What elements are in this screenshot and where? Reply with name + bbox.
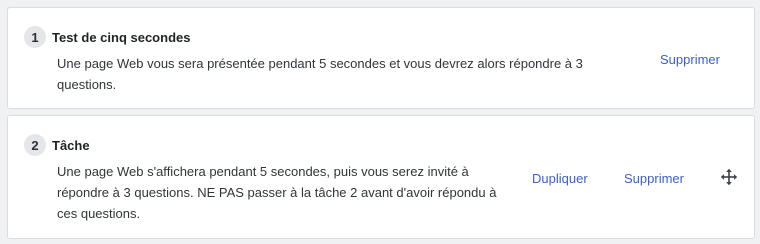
move-arrows-icon[interactable] (720, 168, 738, 186)
delete-button[interactable]: Supprimer (660, 52, 720, 67)
duplicate-button[interactable]: Dupliquer (532, 171, 588, 186)
task-description: Une page Web vous sera présentée pendant… (57, 56, 583, 92)
task-number-badge: 1 (24, 26, 46, 48)
task-title: Tâche (52, 138, 90, 153)
task-card-1: 1 Test de cinq secondes Une page Web vou… (7, 7, 755, 109)
task-number-badge: 2 (24, 134, 46, 156)
task-description: Une page Web s'affichera pendant 5 secon… (57, 164, 497, 221)
task-card-2: 2 Tâche Une page Web s'affichera pendant… (7, 115, 755, 239)
delete-button[interactable]: Supprimer (624, 171, 684, 186)
task-title: Test de cinq secondes (52, 30, 191, 45)
